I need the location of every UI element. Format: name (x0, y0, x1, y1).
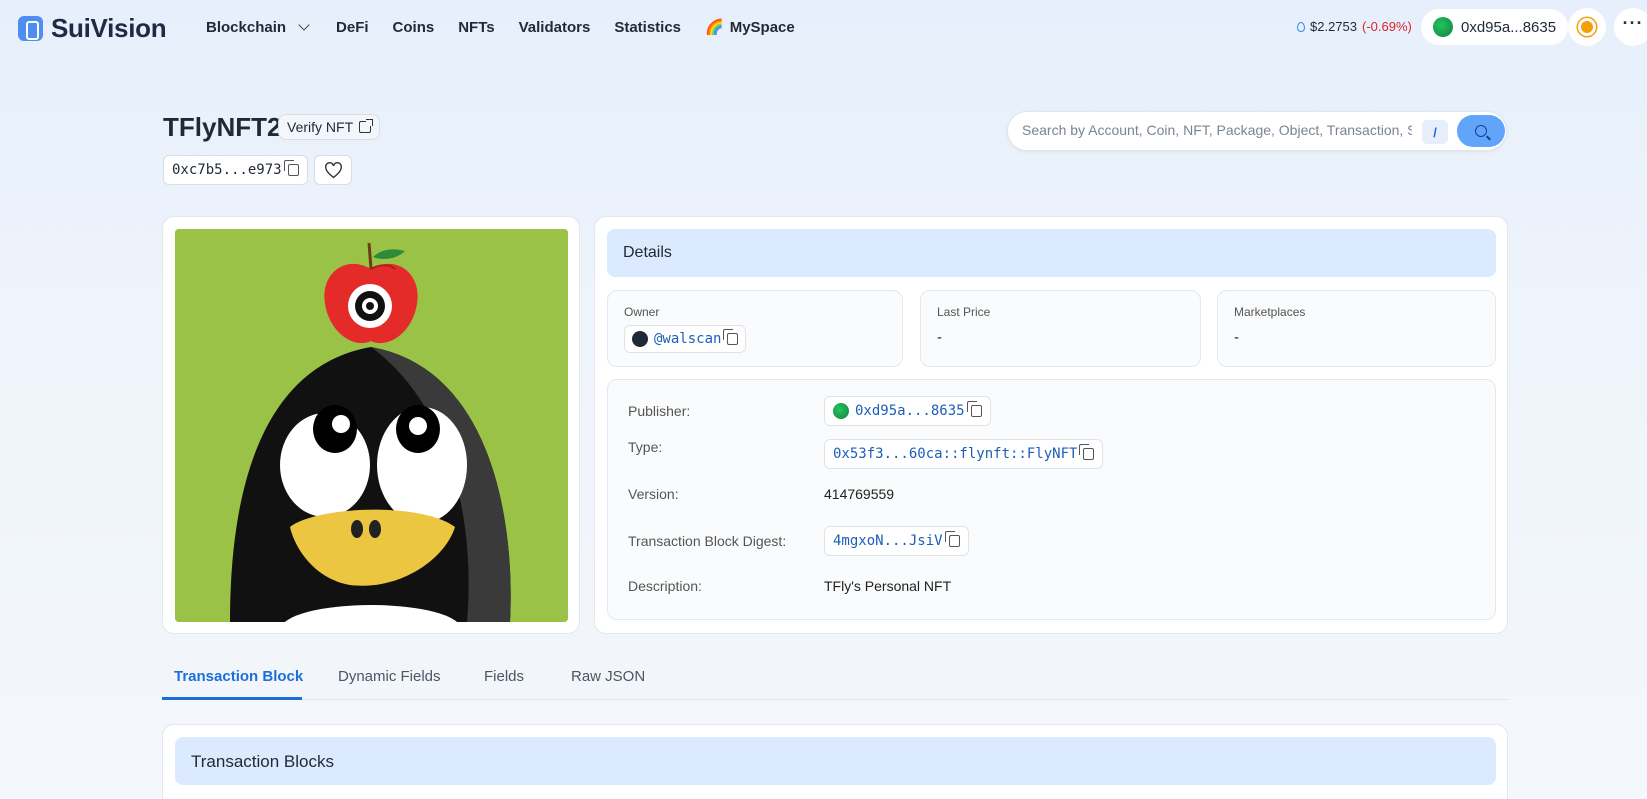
menu-defi[interactable]: DeFi (336, 18, 369, 36)
tab-bar: Transaction Block Dynamic Fields Fields … (162, 660, 1508, 700)
copy-icon[interactable] (1079, 444, 1095, 460)
publisher-row: Publisher: 0xd95a...8635 (628, 396, 991, 426)
search-button[interactable] (1457, 115, 1505, 147)
digest-value[interactable]: 4mgxoN...JsiV (833, 533, 943, 549)
owner-panel: Owner @walscan (607, 290, 903, 367)
tab-dynamic-fields[interactable]: Dynamic Fields (338, 668, 441, 685)
marketplaces-label: Marketplaces (1234, 305, 1306, 319)
chevron-down-icon (298, 19, 310, 31)
type-value[interactable]: 0x53f3...60ca::flynft::FlyNFT (833, 446, 1077, 462)
menu-myspace-label: MySpace (729, 18, 795, 36)
menu-validators-label: Validators (518, 18, 591, 36)
owner-chip[interactable]: @walscan (624, 325, 747, 353)
sun-icon (1581, 21, 1593, 33)
menu-statistics-label: Statistics (614, 18, 682, 36)
type-chip[interactable]: 0x53f3...60ca::flynft::FlyNFT (824, 439, 1104, 469)
menu-nfts[interactable]: NFTs (458, 18, 494, 36)
theme-toggle-button[interactable] (1568, 8, 1606, 46)
heart-icon (324, 161, 342, 178)
version-row: Version: 414769559 (628, 486, 894, 502)
nft-image[interactable] (175, 229, 568, 622)
type-label: Type: (628, 439, 663, 455)
verify-nft-label: Verify NFT (287, 119, 354, 135)
transaction-blocks-heading: Transaction Blocks (175, 737, 1496, 785)
marketplaces-value: - (1234, 329, 1239, 346)
tab-raw-json[interactable]: Raw JSON (571, 668, 645, 685)
search-icon (1475, 125, 1487, 137)
description-label: Description: (628, 578, 702, 594)
digest-chip[interactable]: 4mgxoN...JsiV (824, 526, 969, 556)
wallet-address: 0xd95a...8635 (1461, 18, 1557, 36)
version-value: 414769559 (824, 486, 895, 502)
search-bar: / (1007, 111, 1507, 151)
description-value: TFly's Personal NFT (824, 578, 952, 594)
version-label: Version: (628, 486, 679, 502)
favorite-button[interactable] (314, 155, 352, 185)
logo-text: SuiVision (51, 13, 167, 43)
last-price-label: Last Price (937, 305, 991, 319)
menu-myspace[interactable]: 🌈 MySpace (705, 18, 795, 37)
main-menu: Blockchain DeFi Coins NFTs Validators St… (206, 18, 795, 37)
wallet-avatar-icon (1433, 17, 1453, 37)
last-price-panel: Last Price - (920, 290, 1201, 367)
more-dots-icon: ··· (1622, 12, 1644, 33)
suivision-logo-icon (18, 16, 43, 41)
publisher-label: Publisher: (628, 403, 691, 419)
menu-statistics[interactable]: Statistics (614, 18, 681, 36)
search-shortcut-badge: / (1422, 120, 1448, 144)
transaction-blocks-card: Transaction Blocks (162, 724, 1508, 799)
owner-value[interactable]: @walscan (654, 331, 721, 347)
owner-label: Owner (624, 305, 660, 319)
details-heading: Details (607, 229, 1496, 277)
copy-icon[interactable] (723, 329, 739, 345)
page-title: TFlyNFT2 (163, 112, 282, 142)
menu-validators[interactable]: Validators (519, 18, 591, 36)
copy-icon[interactable] (966, 401, 982, 417)
price-change: (-0.69%) (1362, 19, 1412, 34)
verify-nft-button[interactable]: Verify NFT (278, 114, 381, 140)
type-row: Type: 0x53f3...60ca::flynft::FlyNFT (628, 439, 1104, 469)
object-info-panel: Publisher: 0xd95a...8635 Type: 0x53f3...… (607, 379, 1496, 620)
logo[interactable]: SuiVision (18, 13, 167, 44)
tab-fields[interactable]: Fields (484, 668, 524, 685)
object-address: 0xc7b5...e973 (172, 162, 282, 178)
menu-coins[interactable]: Coins (393, 18, 435, 36)
price-value: $2.2753 (1310, 19, 1357, 34)
marketplaces-panel: Marketplaces - (1217, 290, 1496, 367)
menu-nfts-label: NFTs (458, 18, 495, 36)
active-tab-indicator (162, 697, 302, 700)
copy-icon[interactable] (283, 160, 299, 176)
digest-label: Transaction Block Digest: (628, 533, 787, 549)
copy-icon[interactable] (944, 531, 960, 547)
last-price-value: - (937, 329, 942, 346)
external-link-icon (359, 119, 374, 133)
menu-coins-label: Coins (392, 18, 435, 36)
description-row: Description: TFly's Personal NFT (628, 578, 951, 594)
rainbow-icon: 🌈 (705, 19, 724, 36)
menu-defi-label: DeFi (336, 18, 369, 36)
walscan-avatar-icon (632, 331, 648, 347)
tab-transaction-block[interactable]: Transaction Block (174, 668, 303, 685)
penguin-nft-artwork (175, 229, 568, 622)
publisher-chip[interactable]: 0xd95a...8635 (824, 396, 991, 426)
publisher-avatar-icon (833, 403, 849, 419)
more-menu-button[interactable]: ··· (1614, 8, 1647, 46)
details-card: Details Owner @walscan Last Price - Mark… (594, 216, 1508, 634)
menu-blockchain-label: Blockchain (206, 18, 287, 36)
sui-drop-icon (1297, 21, 1305, 32)
search-input[interactable] (1022, 122, 1412, 138)
publisher-value[interactable]: 0xd95a...8635 (855, 403, 965, 419)
object-address-chip[interactable]: 0xc7b5...e973 (163, 155, 308, 185)
sui-price: $2.2753 (-0.69%) (1297, 19, 1412, 34)
nft-image-card (162, 216, 580, 634)
digest-row: Transaction Block Digest: 4mgxoN...JsiV (628, 526, 969, 556)
menu-blockchain[interactable]: Blockchain (206, 18, 312, 36)
wallet-button[interactable]: 0xd95a...8635 (1421, 9, 1569, 45)
top-nav: SuiVision Blockchain DeFi Coins NFTs Val… (0, 0, 1647, 54)
